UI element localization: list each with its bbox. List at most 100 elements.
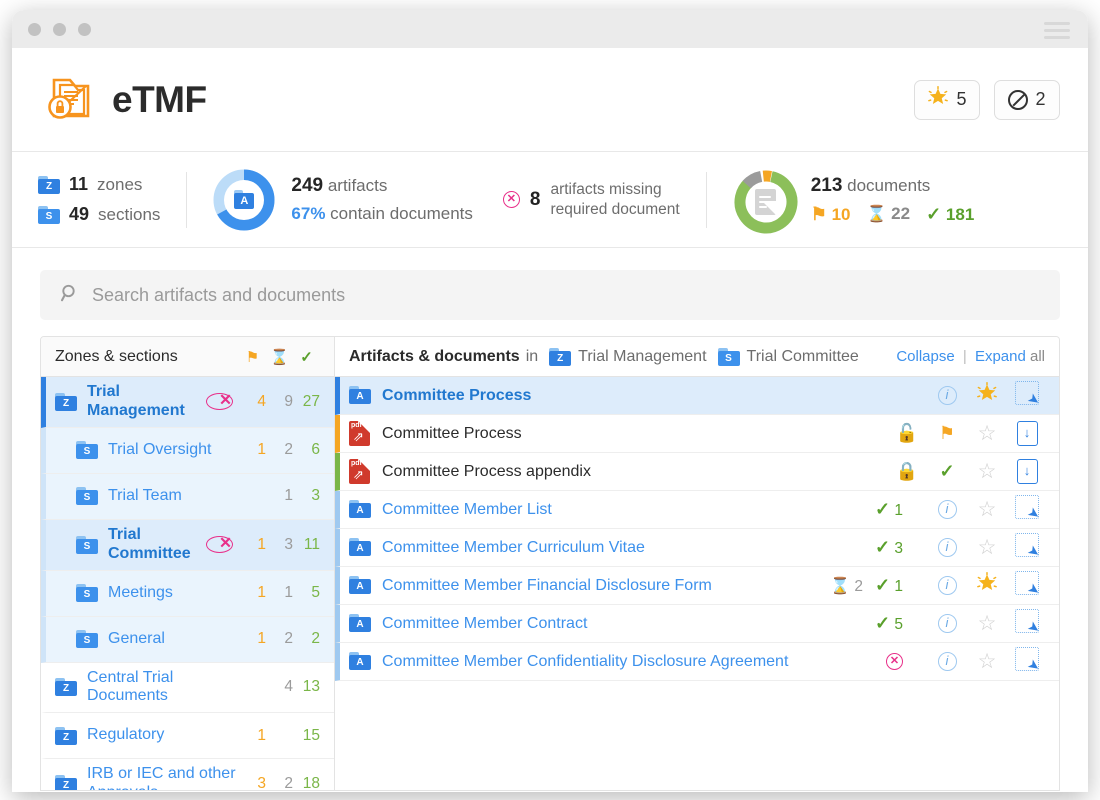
error-circle-icon: ✕ xyxy=(206,536,233,554)
select-button[interactable] xyxy=(1007,381,1047,410)
tree-row[interactable]: S Meetings 1 1 5 xyxy=(41,570,334,617)
tree-row[interactable]: Z IRB or IEC and other Approvals 3 2 18 xyxy=(41,759,334,791)
info-button[interactable]: i xyxy=(927,386,967,405)
flag-icon: ⚑ xyxy=(938,423,956,443)
flagged-count: 3 xyxy=(257,775,266,791)
zones-tree: Z Trial Management ✕ 4 9 27 S Trial Oversight 1 2… xyxy=(41,377,334,791)
tree-row-label: Trial Oversight xyxy=(108,440,212,458)
breadcrumb-zone-label: Trial Management xyxy=(578,347,707,365)
all-label: all xyxy=(1029,348,1045,365)
window-controls[interactable] xyxy=(28,22,91,36)
blocked-badge[interactable]: 2 xyxy=(994,79,1060,120)
tree-row[interactable]: S Trial Oversight 1 2 6 xyxy=(41,427,334,474)
artifact-title[interactable]: Committee Member Contract xyxy=(382,615,587,633)
tree-row[interactable]: Z Trial Management ✕ 4 9 27 xyxy=(41,377,334,428)
download-button[interactable]: ↓ xyxy=(1007,459,1047,484)
close-dot[interactable] xyxy=(28,22,41,36)
tree-row[interactable]: S General 1 2 2 xyxy=(41,616,334,663)
maximize-dot[interactable] xyxy=(78,22,91,36)
artifact-row[interactable]: A Committee Member Curriculum Vitae ✓ 3 i ☆ xyxy=(335,529,1059,567)
artifact-title[interactable]: Committee Member Financial Disclosure Fo… xyxy=(382,577,712,595)
info-icon: i xyxy=(937,538,957,557)
star-icon xyxy=(927,86,949,113)
collapse-link[interactable]: Collapse xyxy=(896,348,954,365)
tree-row-counts: 126 xyxy=(239,441,320,459)
approved-count: 3 xyxy=(311,487,320,505)
starred-badge[interactable]: 5 xyxy=(914,79,980,120)
breadcrumb-section-label: Trial Committee xyxy=(746,347,859,365)
artifact-folder-icon: A xyxy=(349,652,372,671)
star-filled-icon xyxy=(976,572,998,598)
lock-button[interactable]: 🔒 xyxy=(887,461,927,482)
info-button[interactable]: i xyxy=(927,614,967,633)
select-button[interactable] xyxy=(1007,609,1047,638)
minimize-dot[interactable] xyxy=(53,22,66,36)
section-folder-icon: S xyxy=(76,487,98,506)
section-folder-icon: S xyxy=(717,347,740,366)
info-button[interactable]: i xyxy=(927,576,967,595)
select-button[interactable] xyxy=(1007,571,1047,600)
info-button[interactable]: i xyxy=(927,538,967,557)
star-outline-icon: ☆ xyxy=(977,460,997,483)
artifact-row[interactable]: A Committee Member Financial Disclosure F… xyxy=(335,567,1059,605)
star-button[interactable]: ☆ xyxy=(967,535,1007,560)
breadcrumb-zone[interactable]: Z Trial Management xyxy=(549,347,707,366)
breadcrumb-section[interactable]: S Trial Committee xyxy=(717,347,859,366)
expand-link[interactable]: Expand xyxy=(975,348,1026,365)
in-word: in xyxy=(525,347,539,365)
artifacts-donut: A xyxy=(213,169,275,231)
star-button[interactable]: ☆ xyxy=(967,459,1007,484)
document-title[interactable]: Committee Process xyxy=(382,425,522,443)
status-button[interactable]: ✓ xyxy=(927,461,967,482)
star-button[interactable] xyxy=(967,572,1007,599)
star-button[interactable] xyxy=(967,382,1007,409)
hourglass-icon: ⌛ xyxy=(830,577,851,595)
info-button[interactable]: i xyxy=(927,500,967,519)
download-button[interactable]: ↓ xyxy=(1007,421,1047,446)
zones-panel-header: Zones & sections ⚑ ⌛ ✓ xyxy=(41,337,334,377)
document-row[interactable]: pdf ⇗ Committee Process appendix 🔒 ✓ ☆ ↓ xyxy=(335,453,1059,491)
section-folder-icon: S xyxy=(38,205,60,224)
tree-row[interactable]: Z Regulatory 1 15 xyxy=(41,713,334,760)
tree-row[interactable]: Z Central Trial Documents 4 13 xyxy=(41,663,334,714)
star-button[interactable]: ☆ xyxy=(967,421,1007,446)
artifact-row[interactable]: A Committee Member Confidentiality Disclo… xyxy=(335,643,1059,681)
select-button[interactable] xyxy=(1007,533,1047,562)
star-button[interactable]: ☆ xyxy=(967,649,1007,674)
artifact-row[interactable]: A Committee Member List ✓ 1 i ☆ xyxy=(335,491,1059,529)
select-button[interactable] xyxy=(1007,647,1047,676)
tree-row[interactable]: S Trial Team 1 3 xyxy=(41,473,334,520)
approved-count: 27 xyxy=(302,392,320,410)
artifacts-count: 249 xyxy=(291,175,324,196)
error-circle-icon: ✕ xyxy=(886,653,903,670)
approved-count: ✓ 5 xyxy=(874,613,903,633)
approved-count: 2 xyxy=(311,630,320,647)
artifact-title[interactable]: Committee Member Confidentiality Disclos… xyxy=(382,653,788,671)
flagged-count: 4 xyxy=(257,392,266,410)
tree-row-counts: 1 15 xyxy=(239,727,320,745)
pdf-file-icon: pdf ⇗ xyxy=(349,459,370,484)
artifact-row[interactable]: A Committee Member Contract ✓ 5 i ☆ xyxy=(335,605,1059,643)
search-input[interactable] xyxy=(92,284,1040,306)
status-button[interactable]: ⚑ xyxy=(927,423,967,444)
star-button[interactable]: ☆ xyxy=(967,497,1007,522)
artifact-row[interactable]: A Committee Process i xyxy=(335,377,1059,415)
select-button[interactable] xyxy=(1007,495,1047,524)
pending-count: 4 xyxy=(284,678,293,696)
tree-row[interactable]: S Trial Committee ✕ 1 3 11 xyxy=(41,519,334,571)
artifact-title[interactable]: Committee Process xyxy=(382,387,531,405)
hourglass-icon: ⌛ xyxy=(270,348,289,366)
artifact-title[interactable]: Committee Member List xyxy=(382,501,552,519)
search-bar[interactable] xyxy=(40,270,1060,320)
artifact-title[interactable]: Committee Member Curriculum Vitae xyxy=(382,539,645,557)
info-button[interactable]: i xyxy=(927,652,967,671)
lock-button[interactable]: 🔓 xyxy=(887,423,927,444)
document-row[interactable]: pdf ⇗ Committee Process 🔓 ⚑ ☆ ↓ xyxy=(335,415,1059,453)
flagged-count: 1 xyxy=(257,726,266,744)
star-button[interactable]: ☆ xyxy=(967,611,1007,636)
hamburger-icon[interactable] xyxy=(1044,22,1070,39)
document-title[interactable]: Committee Process appendix xyxy=(382,463,591,481)
artifact-counts: ✓ 5 xyxy=(875,613,903,634)
tree-row-label: Trial Team xyxy=(108,486,182,504)
brand: eTMF xyxy=(40,68,207,131)
